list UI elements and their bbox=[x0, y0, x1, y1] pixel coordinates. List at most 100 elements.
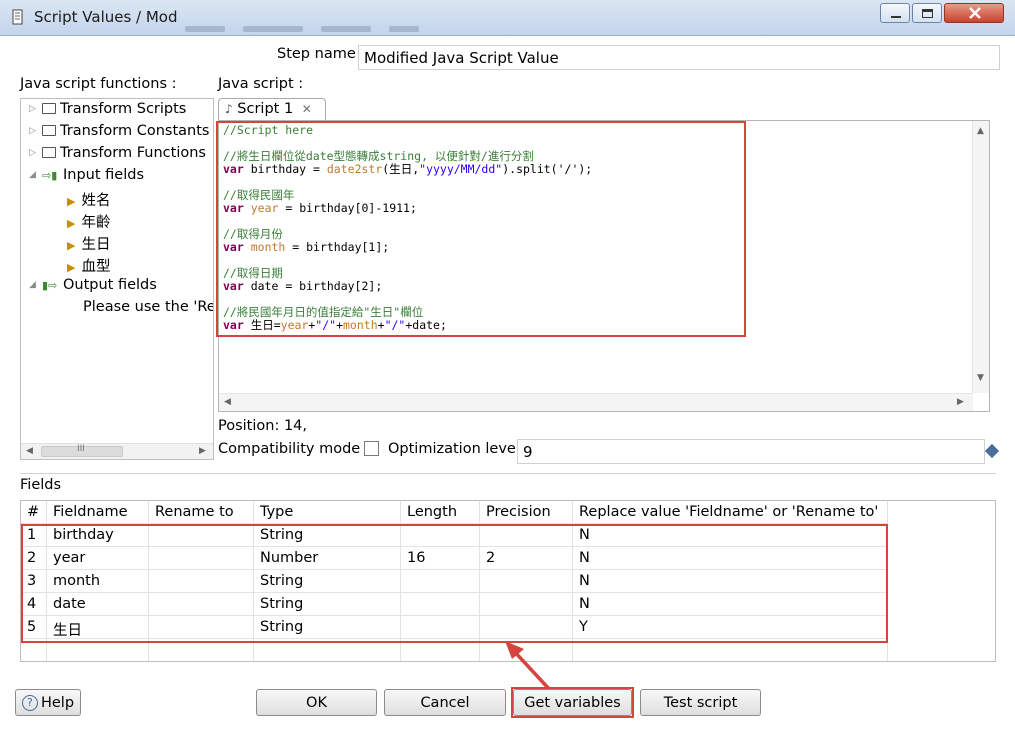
row-number: 4 bbox=[21, 593, 47, 616]
table-cell[interactable]: 2 bbox=[480, 547, 573, 570]
scroll-right-icon[interactable]: ▶ bbox=[957, 397, 964, 407]
empty-cell[interactable] bbox=[573, 639, 888, 661]
table-cell[interactable] bbox=[401, 570, 480, 593]
optimization-level-input[interactable]: 9 bbox=[517, 439, 985, 464]
code-token: date = birthday[2]; bbox=[243, 279, 383, 293]
column-header[interactable]: Replace value 'Fieldname' or 'Rename to' bbox=[573, 501, 888, 524]
collapse-icon[interactable]: ◢ bbox=[29, 170, 39, 180]
table-cell[interactable] bbox=[480, 524, 573, 547]
column-header[interactable]: Precision bbox=[480, 501, 573, 524]
window-titlebar[interactable]: Script Values / Mod bbox=[0, 0, 1015, 36]
empty-cell[interactable] bbox=[401, 639, 480, 661]
editor-horizontal-scrollbar[interactable]: ◀ ▶ bbox=[219, 393, 973, 411]
code-line[interactable]: var birthday = date2str(生日,"yyyy/MM/dd")… bbox=[223, 163, 592, 176]
scroll-left-icon[interactable]: ◀ bbox=[224, 397, 231, 407]
table-cell[interactable]: String bbox=[254, 524, 401, 547]
expand-icon[interactable]: ▷ bbox=[29, 104, 39, 114]
close-button[interactable] bbox=[944, 3, 1004, 23]
empty-cell[interactable] bbox=[21, 639, 47, 661]
table-cell[interactable]: date bbox=[47, 593, 149, 616]
close-tab-icon[interactable]: ✕ bbox=[302, 102, 312, 116]
tree-item-transform-scripts[interactable]: ▷ Transform Scripts bbox=[29, 101, 186, 123]
scroll-up-icon[interactable]: ▲ bbox=[977, 126, 984, 136]
tree-item-input-fields[interactable]: ◢ ⇨▮ Input fields bbox=[29, 167, 144, 189]
step-name-input[interactable]: Modified Java Script Value bbox=[358, 45, 1000, 70]
minimize-button[interactable] bbox=[880, 3, 910, 23]
code-line[interactable]: var month = birthday[1]; bbox=[223, 241, 592, 254]
table-cell[interactable] bbox=[480, 593, 573, 616]
tree-item-field[interactable]: ▶ 生日 bbox=[67, 233, 110, 255]
table-cell[interactable] bbox=[149, 524, 254, 547]
output-fields-hint: Please use the 'Rep bbox=[83, 299, 214, 315]
table-cell[interactable]: String bbox=[254, 570, 401, 593]
code-line[interactable]: var 生日=year+"/"+month+"/"+date; bbox=[223, 319, 592, 332]
table-cell[interactable]: N bbox=[573, 547, 888, 570]
row-number: 2 bbox=[21, 547, 47, 570]
script-panel-label: Java script : bbox=[218, 76, 304, 92]
column-header[interactable]: Rename to bbox=[149, 501, 254, 524]
code-token: month bbox=[250, 240, 286, 254]
tree-item-transform-constants[interactable]: ▷ Transform Constants bbox=[29, 123, 209, 145]
scroll-right-icon[interactable]: ▶ bbox=[199, 446, 206, 456]
table-cell[interactable]: String bbox=[254, 616, 401, 639]
table-cell[interactable] bbox=[149, 593, 254, 616]
empty-cell[interactable] bbox=[149, 639, 254, 661]
test-script-button[interactable]: Test script bbox=[640, 689, 761, 716]
scroll-left-icon[interactable]: ◀ bbox=[26, 446, 33, 456]
script-editor[interactable]: //Script here //將生日欄位從date型態轉成string, 以便針… bbox=[218, 120, 990, 412]
table-cell[interactable] bbox=[149, 616, 254, 639]
compatibility-mode-checkbox[interactable] bbox=[364, 441, 379, 456]
column-header[interactable]: Type bbox=[254, 501, 401, 524]
row-number: 5 bbox=[21, 616, 47, 639]
tree-horizontal-scrollbar[interactable]: ◀ III ▶ bbox=[21, 443, 213, 459]
tree-item-field[interactable]: ▶ 姓名 bbox=[67, 189, 110, 211]
scroll-thumb[interactable]: III bbox=[41, 444, 123, 457]
table-cell[interactable] bbox=[401, 616, 480, 639]
tab-script-1[interactable]: ♪ Script 1 ✕ bbox=[218, 98, 326, 121]
column-header[interactable]: Fieldname bbox=[47, 501, 149, 524]
code-line[interactable]: var year = birthday[0]-1911; bbox=[223, 202, 592, 215]
table-cell[interactable] bbox=[401, 524, 480, 547]
table-cell[interactable]: birthday bbox=[47, 524, 149, 547]
table-cell[interactable]: 16 bbox=[401, 547, 480, 570]
table-cell[interactable]: N bbox=[573, 570, 888, 593]
table-cell[interactable] bbox=[480, 570, 573, 593]
column-header[interactable]: Length bbox=[401, 501, 480, 524]
empty-cell[interactable] bbox=[254, 639, 401, 661]
table-cell[interactable]: 生日 bbox=[47, 616, 149, 639]
expand-icon[interactable]: ▷ bbox=[29, 126, 39, 136]
column-header[interactable]: # bbox=[21, 501, 47, 524]
window-title: Script Values / Mod bbox=[34, 8, 178, 26]
editor-vertical-scrollbar[interactable]: ▲ ▼ bbox=[972, 121, 989, 393]
table-cell[interactable]: year bbox=[47, 547, 149, 570]
table-cell[interactable] bbox=[149, 570, 254, 593]
tree-item-transform-functions[interactable]: ▷ Transform Functions bbox=[29, 145, 206, 167]
ok-button[interactable]: OK bbox=[256, 689, 377, 716]
collapse-icon[interactable]: ◢ bbox=[29, 280, 39, 290]
code-token: year bbox=[250, 201, 279, 215]
table-cell[interactable] bbox=[401, 593, 480, 616]
variable-diamond-icon[interactable] bbox=[984, 443, 1000, 459]
table-cell[interactable]: Number bbox=[254, 547, 401, 570]
scroll-down-icon[interactable]: ▼ bbox=[977, 373, 984, 383]
table-cell[interactable]: month bbox=[47, 570, 149, 593]
code-line[interactable]: //Script here bbox=[223, 124, 592, 137]
code-line[interactable]: var date = birthday[2]; bbox=[223, 280, 592, 293]
expand-icon[interactable]: ▷ bbox=[29, 148, 39, 158]
table-cell[interactable]: Y bbox=[573, 616, 888, 639]
script-code[interactable]: //Script here //將生日欄位從date型態轉成string, 以便針… bbox=[223, 124, 592, 332]
tree-item-field[interactable]: ▶ 血型 bbox=[67, 255, 110, 277]
cancel-button[interactable]: Cancel bbox=[384, 689, 506, 716]
tree-item-output-fields[interactable]: ◢ ▮⇨ Output fields bbox=[29, 277, 157, 299]
tree-item-field[interactable]: ▶ 年齡 bbox=[67, 211, 110, 233]
table-cell[interactable]: String bbox=[254, 593, 401, 616]
empty-cell[interactable] bbox=[47, 639, 149, 661]
table-cell[interactable] bbox=[149, 547, 254, 570]
functions-tree[interactable]: ▷ Transform Scripts ▷ Transform Constants … bbox=[20, 98, 214, 460]
table-cell[interactable]: N bbox=[573, 524, 888, 547]
help-button[interactable]: ? Help bbox=[15, 689, 81, 716]
help-icon: ? bbox=[21, 694, 38, 711]
maximize-button[interactable] bbox=[912, 3, 942, 23]
table-cell[interactable]: N bbox=[573, 593, 888, 616]
get-variables-button[interactable]: Get variables bbox=[513, 689, 632, 716]
